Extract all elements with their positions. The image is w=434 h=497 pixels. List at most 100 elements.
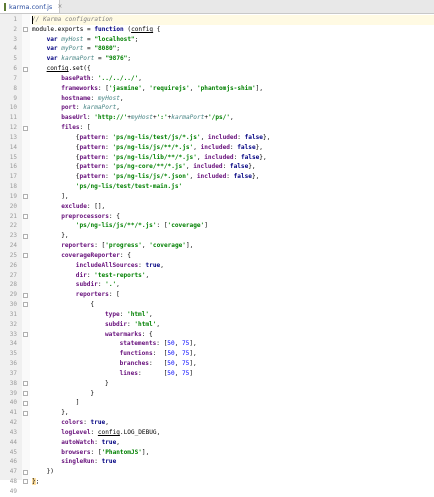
code-line: hostname: myHost, xyxy=(32,94,123,104)
code-token: : [ xyxy=(79,124,91,132)
code-token: karmaPort xyxy=(83,104,117,112)
code-token: subdir xyxy=(75,281,98,289)
code-token: module.exports = xyxy=(32,25,95,33)
line-number: 17 xyxy=(9,173,17,181)
line-number: 48 xyxy=(9,478,17,485)
code-token: ; xyxy=(134,35,139,43)
code-token: , xyxy=(174,350,182,358)
code-token: included xyxy=(193,163,223,171)
code-token: branches xyxy=(119,360,149,368)
line-number: 1 xyxy=(13,16,17,23)
code-token: singleRun xyxy=(61,458,95,466)
line-number: 12 xyxy=(9,124,17,132)
code-token: , xyxy=(145,271,150,279)
code-line: autoWatch: true, xyxy=(32,438,120,448)
code-token: pattern xyxy=(79,143,106,151)
code-token: 'ps/ng-lis/test/js/*.js' xyxy=(112,133,201,141)
code-token: true xyxy=(90,419,106,427)
line-number: 7 xyxy=(13,74,17,82)
close-icon[interactable]: × xyxy=(57,3,62,10)
code-token: 'ps/ng-lis/js/**/*.js' xyxy=(112,143,194,151)
line-number: 32 xyxy=(9,320,17,328)
code-token: 'ps/ng-lis/test/test-main.js' xyxy=(75,183,183,191)
code-token: : xyxy=(105,143,113,151)
fold-marker-icon[interactable] xyxy=(23,194,28,200)
code-token: true xyxy=(145,261,161,269)
code-token: true xyxy=(101,438,117,446)
code-line: ], xyxy=(32,192,68,202)
fold-marker-icon[interactable] xyxy=(23,125,28,131)
tab-karma-conf[interactable]: karma.conf.js × xyxy=(0,0,62,13)
line-number: 21 xyxy=(9,212,17,220)
code-token: : xyxy=(83,419,91,427)
code-line: lines: [50, 75] xyxy=(32,369,193,379)
code-token: '/ps/' xyxy=(208,114,231,122)
code-token: : [ xyxy=(156,340,168,348)
fold-marker-icon[interactable] xyxy=(23,253,28,259)
fold-marker-icon[interactable] xyxy=(23,400,28,406)
line-number: 4 xyxy=(13,45,17,53)
fold-marker-icon[interactable] xyxy=(23,302,28,308)
code-line: subdir: 'html', xyxy=(32,320,160,330)
fold-marker-icon[interactable] xyxy=(23,292,28,298)
code-token: dir xyxy=(75,271,87,279)
code-token: }) xyxy=(46,468,54,476)
fold-marker-icon[interactable] xyxy=(23,233,28,239)
code-token: false xyxy=(229,163,249,171)
code-token: function xyxy=(94,25,124,33)
code-token: = xyxy=(94,55,106,63)
code-line: coverageReporter: { xyxy=(32,251,131,261)
code-token: 'ps/ng-core/**/*.js' xyxy=(112,163,186,171)
code-line: {pattern: 'ps/ng-lis/js/**/*.js', includ… xyxy=(32,143,263,153)
fold-marker-icon[interactable] xyxy=(23,331,28,337)
code-token: hostname xyxy=(61,94,91,102)
code-token: = xyxy=(83,35,95,43)
fold-marker-icon[interactable] xyxy=(23,469,28,475)
code-line: }) xyxy=(32,467,54,477)
code-line: module.exports = function (config { xyxy=(32,25,160,35)
code-token: myHost xyxy=(130,114,153,122)
code-editor[interactable]: // Karma configuration module.exports = f… xyxy=(0,14,434,495)
code-line: {pattern: 'ps/ng-lis/lib/**/*.js', inclu… xyxy=(32,153,267,163)
code-token: includeAllSources xyxy=(75,261,139,269)
fold-marker-icon[interactable] xyxy=(23,66,28,72)
line-number: 30 xyxy=(9,301,17,309)
code-token: , xyxy=(230,114,234,122)
code-token: }, xyxy=(251,173,260,181)
fold-marker-icon[interactable] xyxy=(23,381,28,387)
code-token: .set({ xyxy=(68,65,91,73)
code-token: , xyxy=(160,261,164,269)
line-number: 26 xyxy=(9,261,17,269)
code-token: 'PhantomJS' xyxy=(101,448,142,456)
code-token: type xyxy=(105,310,120,318)
code-line: type: 'html', xyxy=(32,310,153,320)
code-token: , xyxy=(174,340,182,348)
code-token: ], xyxy=(185,242,194,250)
line-number: 15 xyxy=(9,153,17,161)
code-token: ( xyxy=(123,25,132,33)
fold-marker-icon[interactable] xyxy=(23,390,28,396)
code-token: coverageReporter xyxy=(61,251,120,259)
code-token: : { xyxy=(108,212,120,220)
fold-marker-icon[interactable] xyxy=(23,410,28,416)
code-token: }, xyxy=(61,232,69,240)
code-line: reporters: ['progress', 'coverage'], xyxy=(32,241,193,251)
code-area[interactable]: // Karma configuration module.exports = f… xyxy=(32,14,434,485)
code-token: subdir xyxy=(105,320,128,328)
line-number: 28 xyxy=(9,281,17,289)
code-token: , xyxy=(174,360,182,368)
code-token: port xyxy=(61,104,76,112)
line-number: 6 xyxy=(13,65,17,73)
fold-marker-icon[interactable] xyxy=(23,479,28,485)
code-token: }, xyxy=(262,133,271,141)
code-line: basePath: '../../../', xyxy=(32,74,142,84)
fold-marker-icon[interactable] xyxy=(23,27,28,33)
code-token: config xyxy=(131,25,154,33)
code-line: dir: 'test-reports', xyxy=(32,271,149,281)
code-token: false xyxy=(237,143,256,151)
line-number: 37 xyxy=(9,369,17,377)
code-line: frameworks: ['jasmine', 'requirejs', 'ph… xyxy=(32,84,263,94)
fold-marker-icon[interactable] xyxy=(23,214,28,219)
code-line: 'ps/ng-lis/js/**/*.js': ['coverage'] xyxy=(32,221,208,231)
text-caret xyxy=(32,16,33,24)
